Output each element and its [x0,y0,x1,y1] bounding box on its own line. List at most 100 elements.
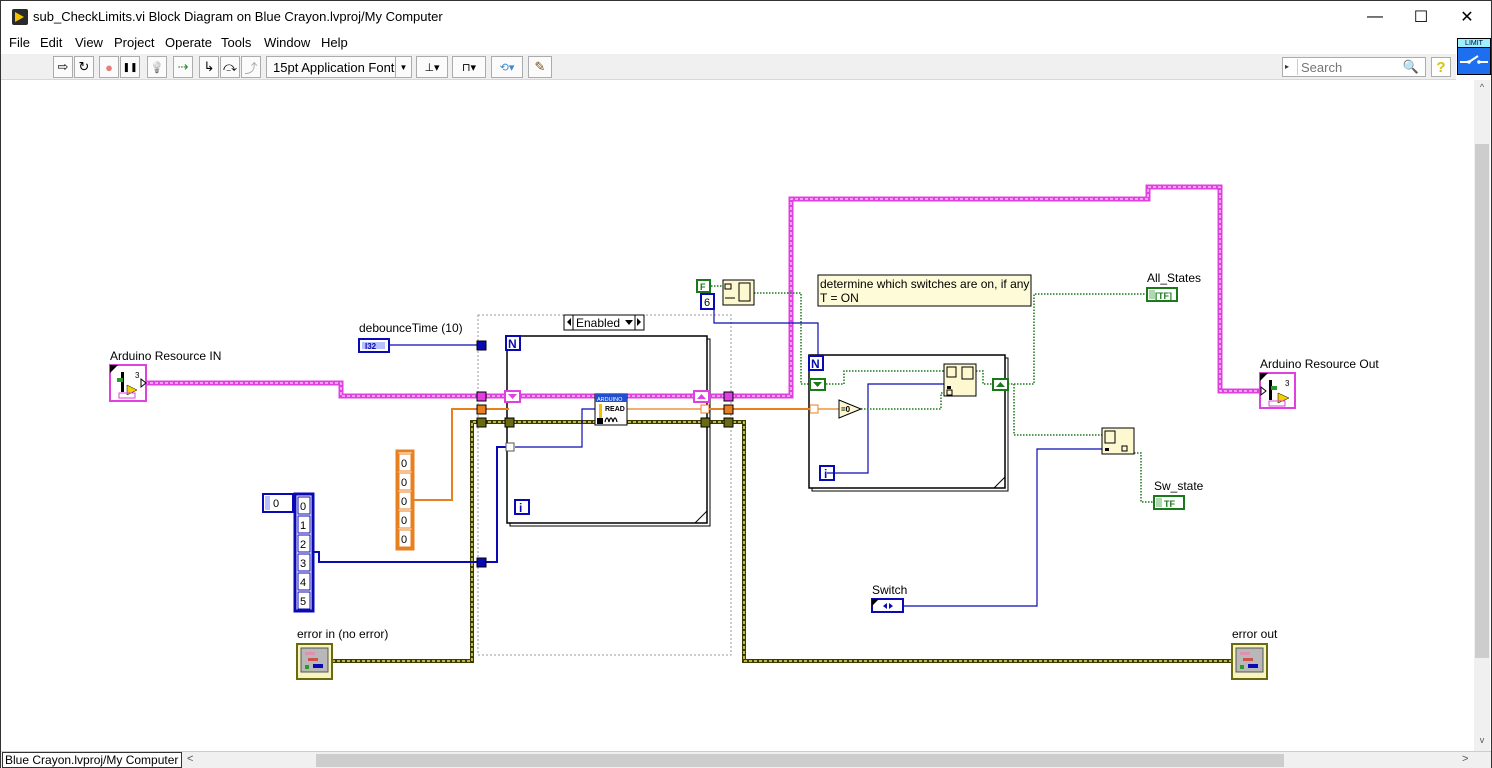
sw-state-indicator[interactable]: TF [1153,495,1185,510]
vertical-scroll-thumb[interactable] [1475,144,1489,658]
array-element: 5 [300,596,306,608]
horizontal-scroll-thumb[interactable] [316,754,1284,767]
title-bar: sub_CheckLimits.vi Block Diagram on Blue… [1,1,1491,33]
size-wire[interactable] [713,300,819,357]
font-selector[interactable]: 15pt Application Font ▼ [266,56,412,78]
labview-window: sub_CheckLimits.vi Block Diagram on Blue… [0,0,1492,768]
context-help-button[interactable]: ? [1431,57,1451,77]
index-array-function[interactable] [1101,427,1135,455]
cleanup-diagram-button[interactable]: ✎ [528,56,552,78]
zero-array-constant[interactable]: 0 0 0 0 0 [395,449,415,551]
maximize-button[interactable]: ☐ [1398,1,1444,33]
close-button[interactable]: ✕ [1444,1,1490,33]
initialize-array-function[interactable] [722,279,755,306]
arduino-resource-out-indicator[interactable]: 3 [1259,372,1296,409]
menu-tools[interactable]: Tools [221,35,251,50]
step-over-button[interactable]: ⤼ [220,56,240,78]
array-element: 0 [300,501,306,513]
font-selector-value: 15pt Application Font [273,59,395,75]
menu-file[interactable]: File [9,35,30,50]
step-into-button[interactable]: ↳ [199,56,219,78]
auto-index-tunnel-out [700,404,710,414]
search-icon[interactable]: 🔍 [1403,59,1419,75]
svg-text:I32: I32 [365,342,377,351]
pause-icon: ❚❚ [122,61,138,72]
svg-text:READ: READ [605,406,625,413]
pause-button[interactable]: ❚❚ [120,56,140,78]
comment-label[interactable]: determine which switches are on, if any … [817,274,1032,307]
vi-icon-label: LIMIT [1458,39,1490,48]
error-in-label: error in (no error) [297,627,388,641]
menu-project[interactable]: Project [114,35,154,50]
switch-control[interactable] [871,598,904,613]
false-constant[interactable]: F [696,279,711,293]
highlight-execution-button[interactable]: 💡 [147,56,167,78]
disable-case-selector[interactable]: Enabled [563,314,645,331]
align-objects-button[interactable]: ⊥▾ [416,56,448,78]
menu-edit[interactable]: Edit [40,35,62,50]
minimize-button[interactable]: — [1352,1,1398,33]
search-box: ▸ 🔍 [1282,57,1426,77]
for-loop-read[interactable] [506,335,711,527]
disable-case-label: Enabled [576,316,620,330]
vi-icon[interactable]: LIMIT [1457,38,1491,75]
menu-window[interactable]: Window [264,35,310,50]
run-arrow-icon: ⇨ [57,59,69,74]
replace-array-subset-function[interactable] [943,363,977,397]
scroll-down-icon[interactable]: v [1474,735,1490,751]
menu-bar: File Edit View Project Operate Tools Win… [1,33,1456,54]
scroll-left-icon[interactable]: < [187,753,193,765]
array-element: 4 [300,577,306,589]
retain-wire-values-button[interactable]: ⇢ [173,56,193,78]
scroll-right-icon[interactable]: > [1462,753,1468,765]
search-input[interactable] [1297,59,1401,75]
distribute-objects-button[interactable]: ⊓▾ [452,56,486,78]
pin-array-index-display[interactable]: 0 [262,493,294,513]
svg-text:TF: TF [1164,499,1175,509]
abort-button[interactable]: ● [99,56,119,78]
toolbar: ⇨ ↻ ● ❚❚ 💡 ⇢ ↳ ⤼ ⤴ 15pt Application Font… [1,54,1456,80]
block-diagram-canvas[interactable]: Enabled N i N i ARDUINO READ =0 F 6 dete… [1,80,1474,751]
status-bar: Blue Crayon.lvproj/My Computer < > [1,751,1491,768]
block-diagram: Enabled N i N i ARDUINO READ =0 F 6 dete… [109,184,1379,680]
array-element: 0 [401,534,407,546]
array-tunnel-out [723,404,734,415]
all-states-indicator[interactable]: [TF] [1146,287,1178,302]
vertical-scrollbar[interactable]: ^ v [1474,80,1490,751]
error-wire[interactable] [332,420,1233,663]
arduino-resource-in-control[interactable]: 3 [109,364,147,402]
debounce-time-control[interactable]: I32 [358,338,390,353]
application-instance-context[interactable]: Blue Crayon.lvproj/My Computer [2,752,182,768]
svg-text:6: 6 [704,297,710,309]
lightbulb-icon: 💡 [150,61,164,74]
step-over-icon: ⤼ [223,59,237,74]
abort-icon: ● [105,59,113,75]
error-out-indicator[interactable] [1231,643,1268,680]
step-out-icon: ⤴ [244,60,258,76]
step-out-button[interactable]: ⤴ [241,56,261,78]
scroll-up-icon[interactable]: ^ [1474,82,1490,98]
pin-array-constant[interactable]: 0 1 2 3 4 5 [293,492,315,613]
auto-index-tunnel-in [809,404,819,414]
array-size-constant[interactable]: 6 [700,293,715,310]
distribute-objects-icon: ⊓▾ [461,61,477,74]
switch-label: Switch [872,583,907,597]
array-element: 1 [300,520,306,532]
menu-operate[interactable]: Operate [165,35,212,50]
search-options-icon[interactable]: ▸ [1285,62,1289,71]
run-button[interactable]: ⇨ [53,56,73,78]
svg-text:0: 0 [273,498,279,510]
arduino-read-subvi[interactable]: ARDUINO READ [594,393,628,426]
menu-help[interactable]: Help [321,35,348,50]
reorder-button[interactable]: ⟲▾ [491,56,523,78]
retain-wire-values-icon: ⇢ [177,59,189,74]
svg-text:i: i [824,467,827,481]
svg-text:T = ON: T = ON [820,291,859,305]
menu-view[interactable]: View [75,35,103,50]
error-in-control[interactable] [296,643,333,680]
run-continuously-button[interactable]: ↻ [74,56,94,78]
loop-count-terminal: N [505,335,521,351]
for-loop-check[interactable] [808,354,1009,492]
loop-index-terminal: i [514,499,530,515]
window-title: sub_CheckLimits.vi Block Diagram on Blue… [33,9,443,24]
